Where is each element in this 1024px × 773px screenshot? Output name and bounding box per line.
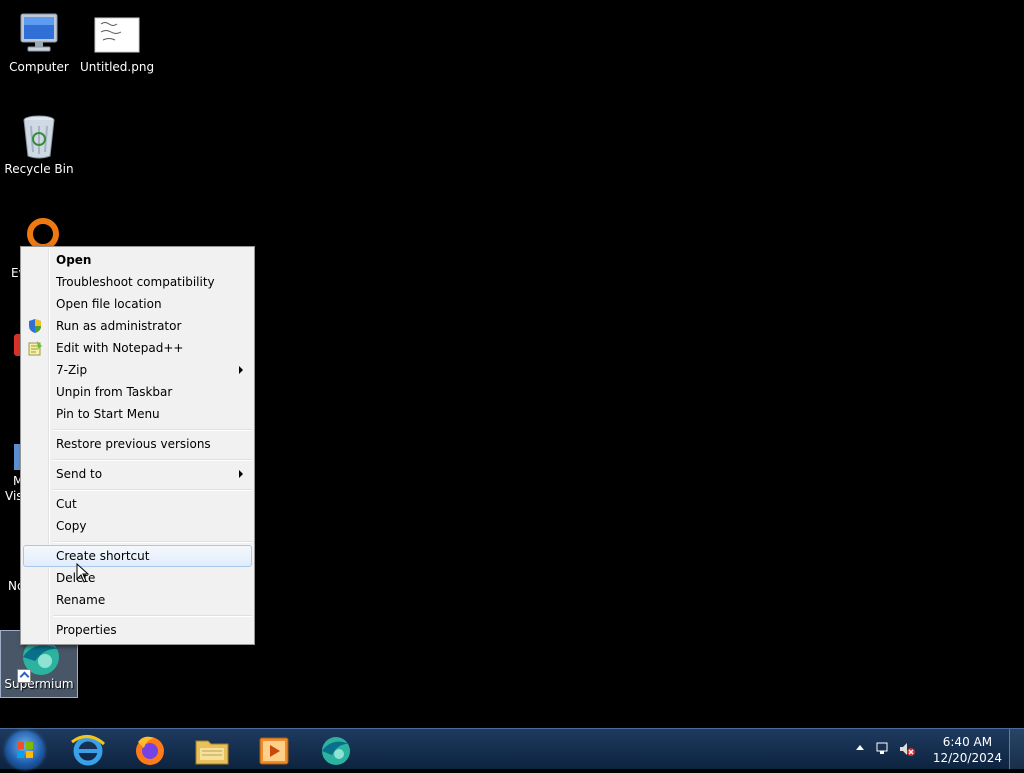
menu-separator bbox=[53, 615, 252, 617]
desktop-icon-recycle-bin[interactable]: Recycle Bin bbox=[0, 112, 78, 177]
submenu-arrow-icon bbox=[239, 470, 243, 478]
uac-shield-icon bbox=[27, 318, 43, 334]
volume-muted-icon[interactable] bbox=[899, 741, 915, 757]
menu-item-cut[interactable]: Cut bbox=[23, 493, 252, 515]
menu-item-send-to[interactable]: Send to bbox=[23, 463, 252, 485]
file-explorer-icon bbox=[195, 740, 229, 765]
supermium-icon bbox=[322, 737, 350, 765]
desktop[interactable]: Computer Untitled.png Recycle Bin Ev M V… bbox=[0, 0, 1024, 728]
recycle-bin-icon bbox=[15, 112, 63, 160]
submenu-arrow-icon bbox=[239, 366, 243, 374]
taskbar-firefox[interactable] bbox=[124, 732, 176, 768]
taskbar-supermium[interactable] bbox=[310, 732, 362, 768]
menu-item-edit-with-notepad-plus-plus[interactable]: Edit with Notepad++ bbox=[23, 337, 252, 359]
menu-item-7-zip[interactable]: 7-Zip bbox=[23, 359, 252, 381]
desktop-icon-untitled-png[interactable]: Untitled.png bbox=[78, 10, 156, 75]
desktop-icon-label: Recycle Bin bbox=[4, 162, 74, 176]
taskbar-media-player[interactable] bbox=[248, 732, 300, 768]
menu-item-run-as-administrator[interactable]: Run as administrator bbox=[23, 315, 252, 337]
menu-item-properties[interactable]: Properties bbox=[23, 619, 252, 641]
menu-item-rename[interactable]: Rename bbox=[23, 589, 252, 611]
desktop-icon-label: Untitled.png bbox=[79, 60, 155, 74]
menu-item-restore-previous-versions[interactable]: Restore previous versions bbox=[23, 433, 252, 455]
action-center-icon[interactable] bbox=[876, 741, 890, 755]
menu-separator bbox=[53, 429, 252, 431]
desktop-icon-label: Computer bbox=[9, 60, 69, 74]
start-orb-icon[interactable] bbox=[6, 731, 44, 769]
menu-separator bbox=[53, 459, 252, 461]
menu-separator bbox=[53, 489, 252, 491]
taskbar-internet-explorer[interactable] bbox=[62, 732, 114, 768]
firefox-icon bbox=[136, 736, 164, 765]
media-player-icon bbox=[259, 737, 289, 765]
notepad-plus-plus-icon bbox=[27, 340, 43, 356]
context-menu: Open Troubleshoot compatibility Open fil… bbox=[20, 246, 255, 645]
clock-date: 12/20/2024 bbox=[932, 751, 1002, 765]
taskbar: 6:40 AM 12/20/2024 bbox=[0, 728, 1024, 769]
menu-item-open-file-location[interactable]: Open file location bbox=[23, 293, 252, 315]
menu-item-troubleshoot-compatibility[interactable]: Troubleshoot compatibility bbox=[23, 271, 252, 293]
clock-time: 6:40 AM bbox=[942, 735, 993, 749]
menu-item-unpin-from-taskbar[interactable]: Unpin from Taskbar bbox=[23, 381, 252, 403]
menu-separator bbox=[53, 541, 252, 543]
taskbar-file-explorer[interactable] bbox=[186, 732, 238, 768]
system-tray: 6:40 AM 12/20/2024 bbox=[854, 729, 1024, 769]
computer-icon bbox=[15, 10, 63, 58]
desktop-icon-computer[interactable]: Computer bbox=[0, 10, 78, 75]
shortcut-arrow-icon bbox=[17, 669, 31, 683]
show-desktop-button[interactable] bbox=[1009, 729, 1024, 769]
menu-item-create-shortcut[interactable]: Create shortcut bbox=[23, 545, 252, 567]
menu-item-open[interactable]: Open bbox=[23, 249, 252, 271]
image-file-icon bbox=[93, 10, 141, 58]
show-hidden-icons-icon[interactable] bbox=[856, 745, 864, 750]
menu-item-copy[interactable]: Copy bbox=[23, 515, 252, 537]
menu-item-pin-to-start-menu[interactable]: Pin to Start Menu bbox=[23, 403, 252, 425]
menu-item-delete[interactable]: Delete bbox=[23, 567, 252, 589]
internet-explorer-icon bbox=[71, 735, 105, 766]
taskbar-clock[interactable]: 6:40 AM 12/20/2024 bbox=[933, 734, 1002, 766]
